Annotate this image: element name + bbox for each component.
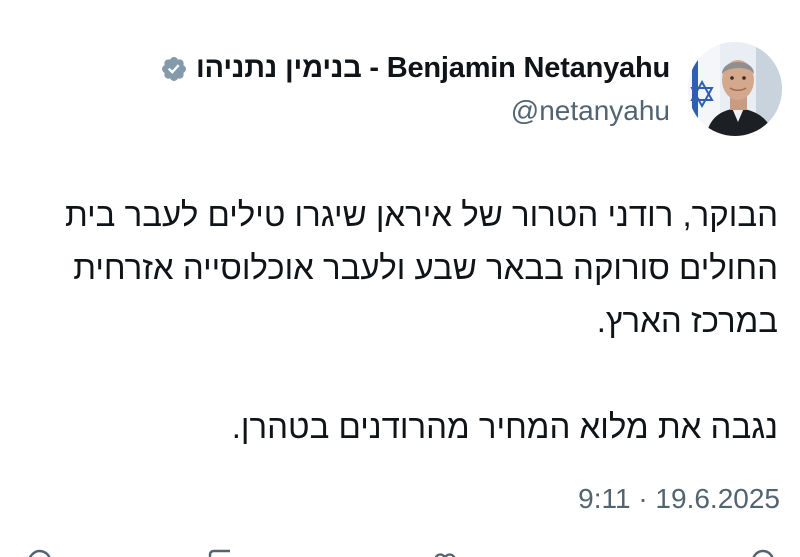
- tweet-card: Benjamin Netanyahu - בנימין נתניהו @neta…: [0, 0, 800, 557]
- tweet-body: הבוקר, רודני הטרור של איראן שיגרו טילים …: [33, 188, 778, 453]
- tweet-paragraph: הבוקר, רודני הטרור של איראן שיגרו טילים …: [64, 196, 778, 339]
- share-icon[interactable]: [748, 549, 778, 557]
- verified-badge-icon[interactable]: [160, 55, 188, 83]
- tweet-paragraph: נגבה את מלוא המחיר מהרודנים בטהרן.: [231, 408, 778, 445]
- author-name-row[interactable]: Benjamin Netanyahu - בנימין נתניהו: [160, 52, 670, 85]
- repost-icon[interactable]: [206, 549, 236, 557]
- tweet-timestamp[interactable]: 9:11 · 19.6.2025: [578, 483, 780, 515]
- like-icon[interactable]: [430, 549, 460, 557]
- avatar[interactable]: [688, 42, 782, 136]
- reply-icon[interactable]: [24, 549, 54, 557]
- avatar-icon: [688, 42, 782, 136]
- author-display-name[interactable]: Benjamin Netanyahu - בנימין נתניהו: [196, 52, 670, 85]
- author-handle[interactable]: @netanyahu: [511, 95, 670, 127]
